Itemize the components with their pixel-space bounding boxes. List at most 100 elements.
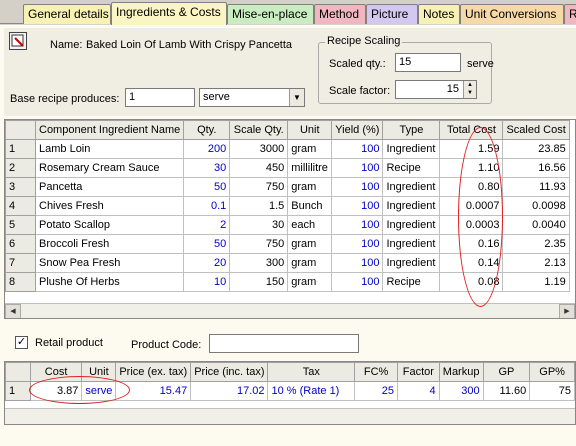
scroll-right-icon[interactable]: ▶ (559, 304, 575, 318)
ingredient-qty[interactable]: 20 (183, 253, 231, 273)
header-scaled-cost[interactable]: Scaled Cost (502, 120, 570, 140)
retail-fc-percent[interactable]: 25 (354, 381, 399, 401)
ingredient-unit[interactable]: gram (287, 253, 333, 273)
ingredient-ingredient-name[interactable]: Broccoli Fresh (34, 234, 185, 254)
ingredient-unit[interactable]: gram (287, 234, 333, 254)
retail-tax[interactable]: 10 % (Rate 1) (267, 381, 356, 401)
ingredient-scale-qty[interactable]: 1.5 (229, 196, 289, 216)
ingredient-row[interactable]: 1 Lamb Loin 200 3000 gram 100 Ingredient 1.59 23… (5, 139, 570, 159)
retail-price-ex-tax[interactable]: 15.47 (115, 381, 192, 401)
retail-header-unit[interactable]: Unit (81, 362, 117, 382)
ingredient-type[interactable]: Ingredient (382, 177, 441, 197)
spin-up-icon[interactable]: ▲ (464, 81, 476, 89)
tab-method[interactable]: Method (314, 4, 366, 24)
retail-header-gp-percent[interactable]: GP% (529, 362, 575, 382)
tab-unit-conversions[interactable]: Unit Conversions (460, 4, 564, 24)
ingredient-unit[interactable]: millilitre (287, 158, 333, 178)
retail-product-checkbox[interactable]: ✓ (15, 336, 28, 349)
ingredient-unit[interactable]: gram (287, 272, 333, 292)
retail-header-factor[interactable]: Factor (397, 362, 440, 382)
ingredient-qty[interactable]: 50 (183, 234, 231, 254)
retail-header-markup[interactable]: Markup (438, 362, 484, 382)
ingredient-ingredient-name[interactable]: Potato Scallop (34, 215, 185, 235)
ingredient-row[interactable]: 4 Chives Fresh 0.1 1.5 Bunch 100 Ingredient 0.0… (5, 196, 570, 216)
retail-price-inc-tax[interactable]: 17.02 (190, 381, 269, 401)
ingredient-row[interactable]: 7 Snow Pea Fresh 20 300 gram 100 Ingredient 0.1… (5, 253, 570, 273)
retail-header-price-inc-tax[interactable]: Price (inc. tax) (190, 362, 269, 382)
ingredient-scale-qty[interactable]: 300 (229, 253, 289, 273)
ingredient-ingredient-name[interactable]: Pancetta (34, 177, 185, 197)
header-type[interactable]: Type (382, 120, 441, 140)
ingredient-scale-qty[interactable]: 450 (229, 158, 289, 178)
ingredient-type[interactable]: Ingredient (382, 139, 441, 159)
header-total-cost[interactable]: Total Cost (439, 120, 504, 140)
base-unit-select[interactable]: serve ▼ (199, 88, 305, 107)
ingredient-ingredient-name[interactable]: Lamb Loin (34, 139, 185, 159)
scaled-qty-input[interactable]: 15 (395, 53, 461, 72)
tab-picture[interactable]: Picture (366, 4, 418, 24)
header-scale-qty[interactable]: Scale Qty. (229, 120, 289, 140)
ingredient-row[interactable]: 5 Potato Scallop 2 30 each 100 Ingredient 0.000… (5, 215, 570, 235)
scroll-left-icon[interactable]: ◀ (5, 304, 21, 318)
ingredient-yield[interactable]: 100 (331, 215, 384, 235)
product-code-input[interactable] (209, 334, 359, 353)
tab-notes[interactable]: Notes (418, 4, 460, 24)
ingredient-type[interactable]: Ingredient (382, 234, 441, 254)
tab-ingredients-costs[interactable]: Ingredients & Costs (111, 2, 227, 25)
ingredient-scale-qty[interactable]: 30 (229, 215, 289, 235)
header-yield[interactable]: Yield (%) (331, 120, 384, 140)
ingredient-yield[interactable]: 100 (331, 158, 384, 178)
ingredient-unit[interactable]: Bunch (287, 196, 333, 216)
header-unit[interactable]: Unit (287, 120, 333, 140)
scale-factor-input[interactable]: 15 ▲ ▼ (395, 80, 477, 99)
retail-header-cost[interactable]: Cost (29, 362, 83, 382)
ingredient-yield[interactable]: 100 (331, 234, 384, 254)
retail-header-gp[interactable]: GP (482, 362, 531, 382)
retail-header-tax[interactable]: Tax (267, 362, 356, 382)
recipe-edit-button[interactable] (9, 32, 27, 50)
ingredient-ingredient-name[interactable]: Rosemary Cream Sauce (34, 158, 185, 178)
ingredient-unit[interactable]: gram (287, 139, 333, 159)
ingredient-row[interactable]: 3 Pancetta 50 750 gram 100 Ingredient 0.80 11.93 (5, 177, 570, 197)
tab-more[interactable]: R (564, 4, 576, 24)
ingredient-yield[interactable]: 100 (331, 253, 384, 273)
ingredient-type[interactable]: Ingredient (382, 196, 441, 216)
scale-factor-spinner[interactable]: ▲ ▼ (463, 81, 476, 98)
ingredient-ingredient-name[interactable]: Chives Fresh (34, 196, 185, 216)
ingredient-type[interactable]: Recipe (382, 272, 441, 292)
header-qty[interactable]: Qty. (183, 120, 231, 140)
ingredient-scale-qty[interactable]: 3000 (229, 139, 289, 159)
ingredient-type[interactable]: Ingredient (382, 215, 441, 235)
retail-horizontal-scrollbar[interactable] (5, 408, 575, 424)
retail-factor[interactable]: 4 (397, 381, 440, 401)
spin-down-icon[interactable]: ▼ (464, 89, 476, 97)
ingredient-qty[interactable]: 200 (183, 139, 231, 159)
ingredients-horizontal-scrollbar[interactable]: ◀ ▶ (5, 303, 575, 318)
ingredient-yield[interactable]: 100 (331, 139, 384, 159)
ingredient-yield[interactable]: 100 (331, 196, 384, 216)
base-qty-input[interactable]: 1 (125, 88, 195, 107)
ingredient-row[interactable]: 2 Rosemary Cream Sauce 30 450 millilitre 100 R… (5, 158, 570, 178)
ingredient-qty[interactable]: 50 (183, 177, 231, 197)
header-component[interactable]: Component Ingredient Name (34, 120, 185, 140)
ingredient-type[interactable]: Recipe (382, 158, 441, 178)
ingredient-scale-qty[interactable]: 750 (229, 177, 289, 197)
ingredient-qty[interactable]: 10 (183, 272, 231, 292)
ingredient-yield[interactable]: 100 (331, 177, 384, 197)
ingredient-type[interactable]: Ingredient (382, 253, 441, 273)
ingredient-row[interactable]: 8 Plushe Of Herbs 10 150 gram 100 Recipe 0.08 1.… (5, 272, 570, 292)
ingredient-unit[interactable]: gram (287, 177, 333, 197)
ingredient-unit[interactable]: each (287, 215, 333, 235)
ingredient-scale-qty[interactable]: 150 (229, 272, 289, 292)
ingredient-qty[interactable]: 2 (183, 215, 231, 235)
retail-row[interactable]: 1 3.87 serve 15.47 17.02 10 % (Rate 1) 2… (5, 381, 575, 401)
ingredient-row[interactable]: 6 Broccoli Fresh 50 750 gram 100 Ingredient 0.1… (5, 234, 570, 254)
ingredient-ingredient-name[interactable]: Plushe Of Herbs (34, 272, 185, 292)
tab-general-details[interactable]: General details (23, 4, 111, 24)
chevron-down-icon[interactable]: ▼ (289, 89, 304, 106)
ingredient-qty[interactable]: 30 (183, 158, 231, 178)
retail-header-fc-percent[interactable]: FC% (354, 362, 399, 382)
ingredient-ingredient-name[interactable]: Snow Pea Fresh (34, 253, 185, 273)
tab-mise-en-place[interactable]: Mise-en-place (227, 4, 314, 24)
ingredient-qty[interactable]: 0.1 (183, 196, 231, 216)
